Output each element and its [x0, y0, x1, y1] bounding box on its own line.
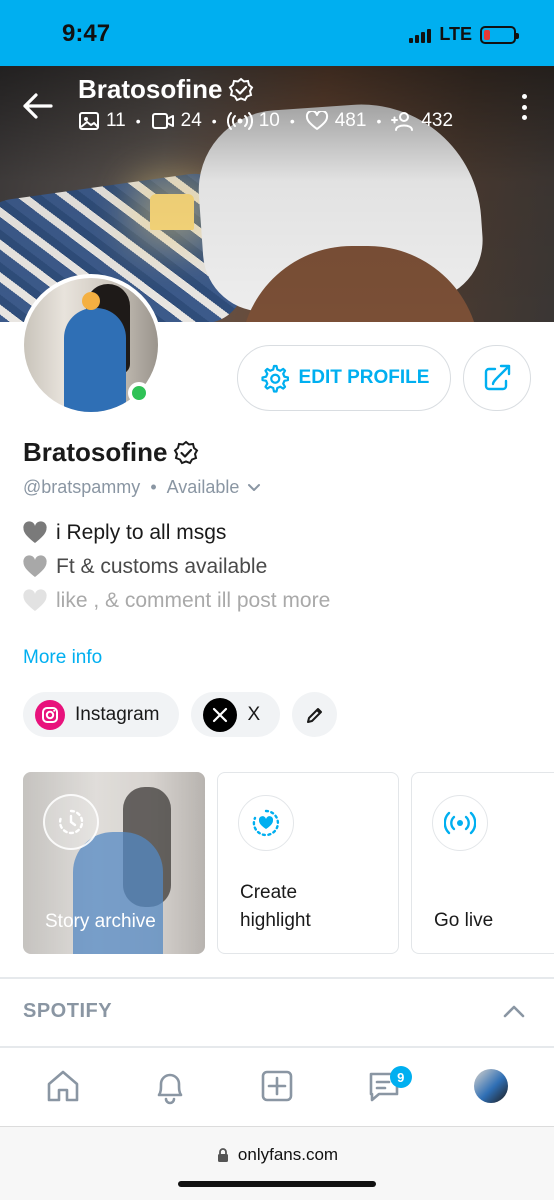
share-icon	[484, 364, 511, 391]
nav-messages[interactable]: 9	[354, 1056, 414, 1116]
bell-icon	[157, 1073, 183, 1105]
cover-name-text: Bratosofine	[78, 74, 223, 104]
status-indicators: LTE	[409, 24, 519, 45]
stat-separator: •	[135, 113, 141, 129]
social-links: Instagram X	[23, 692, 338, 737]
video-icon	[151, 113, 174, 129]
videos-stat: 24	[151, 110, 202, 132]
browser-url-bar[interactable]: onlyfans.com	[0, 1126, 554, 1200]
likes-count: 481	[334, 110, 367, 131]
nav-notifications[interactable]	[140, 1056, 200, 1116]
profile-bio: i Reply to all msgs Ft & customs availab…	[22, 516, 330, 618]
broadcast-icon	[226, 112, 253, 130]
network-type: LTE	[439, 24, 472, 44]
instagram-icon	[35, 699, 65, 730]
fans-count: 432	[421, 110, 454, 131]
chevron-down-icon	[248, 483, 261, 491]
stat-separator: •	[376, 113, 382, 129]
nav-avatar	[473, 1069, 508, 1103]
create-highlight-label: Create highlight	[240, 882, 311, 931]
heart-icon	[305, 111, 328, 130]
nav-profile[interactable]	[461, 1056, 521, 1116]
lock-icon	[217, 1148, 228, 1162]
url-display: onlyfans.com	[0, 1145, 554, 1165]
grey-heart-icon	[23, 521, 47, 543]
videos-count: 24	[180, 110, 202, 131]
share-button[interactable]	[463, 345, 531, 411]
bottom-nav: 9	[0, 1048, 554, 1124]
chevron-up-icon[interactable]	[502, 1002, 526, 1020]
verified-icon	[174, 440, 199, 464]
availability-dropdown[interactable]: Available	[167, 477, 262, 498]
messages-badge: 9	[389, 1066, 412, 1088]
create-highlight-card[interactable]: Create highlight	[217, 772, 399, 954]
go-live-card[interactable]: Go live	[411, 772, 554, 954]
x-icon	[203, 697, 238, 732]
profile-subline: @bratspammy • Available	[23, 477, 261, 498]
story-archive-label: Story archive	[45, 911, 156, 932]
go-live-label: Go live	[434, 910, 494, 931]
status-bar: 9:47 LTE	[0, 0, 554, 66]
bio-line: like , & comment ill post more	[22, 584, 330, 618]
spotify-section-title[interactable]: SPOTIFY	[23, 1000, 112, 1023]
subline-separator: •	[150, 477, 157, 497]
likes-stat: 481	[305, 110, 367, 132]
signal-icon	[409, 27, 432, 43]
white-heart-icon	[23, 589, 47, 611]
cover-header-name: Bratosofine	[78, 74, 254, 105]
x-label: X	[247, 703, 261, 725]
edit-profile-label: EDIT PROFILE	[298, 367, 430, 388]
fans-stat: 432	[391, 110, 453, 132]
more-options-icon[interactable]	[520, 94, 528, 120]
bio-fade	[0, 620, 554, 640]
battery-icon	[480, 25, 519, 44]
add-post-icon	[261, 1070, 293, 1102]
bio-line: i Reply to all msgs	[22, 516, 330, 550]
gear-icon	[260, 364, 289, 393]
image-icon	[79, 112, 99, 130]
availability-label: Available	[166, 477, 240, 497]
nav-new-post[interactable]	[247, 1056, 307, 1116]
instagram-label: Instagram	[75, 703, 160, 725]
profile-name: Bratosofine	[23, 437, 199, 468]
highlights-row: Story archive Create highlight Go live	[23, 772, 554, 954]
broadcast-icon	[432, 795, 488, 851]
edit-socials-button[interactable]	[292, 692, 338, 737]
stat-separator: •	[211, 113, 217, 129]
x-link[interactable]: X	[191, 692, 281, 737]
story-archive-card[interactable]: Story archive	[23, 772, 205, 954]
photos-count: 11	[106, 110, 126, 131]
instagram-link[interactable]: Instagram	[23, 692, 180, 737]
fans-icon	[391, 112, 414, 131]
streams-count: 10	[258, 110, 280, 131]
photos-stat: 11	[78, 110, 126, 132]
heart-circle-icon	[238, 795, 294, 851]
stat-separator: •	[289, 113, 295, 129]
history-icon	[43, 794, 99, 850]
bio-line: Ft & customs available	[22, 550, 330, 584]
back-arrow-icon[interactable]	[22, 92, 54, 120]
pencil-icon	[306, 707, 322, 723]
verified-icon	[229, 77, 254, 101]
bio-text: like , & comment ill post more	[56, 589, 331, 612]
username: @bratspammy	[23, 477, 141, 497]
status-time: 9:47	[62, 20, 111, 47]
edit-profile-button[interactable]: EDIT PROFILE	[237, 345, 451, 411]
cover-stats: 11 • 24 • 10 • 481 • 432	[78, 110, 453, 132]
nav-home[interactable]	[33, 1056, 93, 1116]
home-indicator	[178, 1181, 376, 1187]
streams-stat: 10	[226, 110, 280, 132]
more-info-link[interactable]: More info	[23, 647, 102, 669]
section-divider	[0, 977, 554, 979]
online-status-indicator	[128, 382, 150, 404]
bio-text: Ft & customs available	[56, 555, 268, 578]
grey-heart-icon	[23, 555, 47, 577]
home-icon	[48, 1070, 79, 1102]
profile-name-text: Bratosofine	[23, 437, 168, 467]
bio-text: i Reply to all msgs	[56, 521, 227, 544]
url-text: onlyfans.com	[237, 1145, 339, 1164]
